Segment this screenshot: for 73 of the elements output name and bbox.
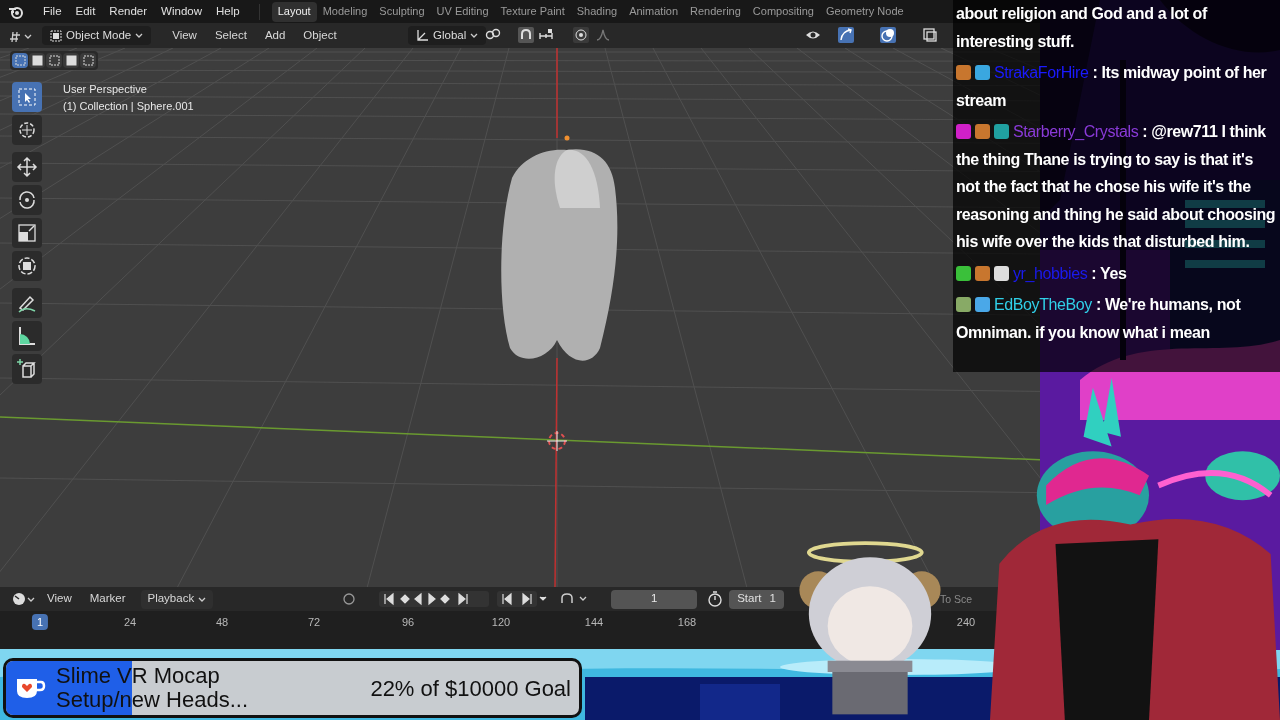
start-frame-label: Start xyxy=(737,591,762,607)
frame-number: 48 xyxy=(214,614,230,630)
workspace-tab[interactable]: Compositing xyxy=(746,1,820,22)
workspace-tab[interactable]: Modeling xyxy=(316,1,374,22)
menu-item[interactable]: Render xyxy=(102,2,155,21)
frame-number: 72 xyxy=(306,614,322,630)
current-frame-marker[interactable]: 1 xyxy=(31,614,49,630)
selection-mode-button[interactable] xyxy=(12,53,28,68)
falloff-curve-icon[interactable] xyxy=(595,27,611,43)
transform-icon[interactable] xyxy=(12,251,42,281)
workspace-tab[interactable]: Sculpting xyxy=(373,1,431,22)
frame-number: 144 xyxy=(583,614,605,630)
playback-controls-icon[interactable] xyxy=(379,591,490,607)
workspace-tab[interactable]: Rendering xyxy=(684,1,747,22)
clock-icon[interactable] xyxy=(12,592,36,606)
workspace-tab[interactable]: Shading xyxy=(570,1,624,22)
move-icon[interactable] xyxy=(12,152,42,182)
workspace-tab[interactable]: Geometry Node xyxy=(819,1,910,22)
caret-icon xyxy=(135,33,144,38)
caret-icon xyxy=(470,33,479,38)
menu-item[interactable]: View xyxy=(40,590,79,608)
magnet-icon[interactable] xyxy=(518,27,534,43)
workspace-tab[interactable]: Texture Paint xyxy=(494,1,571,22)
record-icon[interactable] xyxy=(341,591,358,607)
workspace-tab[interactable]: UV Editing xyxy=(430,1,495,22)
frame-number: 96 xyxy=(400,614,416,630)
menu-item[interactable]: Marker xyxy=(82,590,133,608)
selection-mode-button[interactable] xyxy=(80,53,96,68)
ruler-icon[interactable] xyxy=(12,321,42,351)
xray-icon[interactable] xyxy=(922,27,938,43)
start-frame-value: 1 xyxy=(769,591,776,607)
menu-item[interactable]: Select xyxy=(205,26,256,45)
menu-item[interactable]: Add xyxy=(255,26,295,45)
object-mesh[interactable] xyxy=(501,149,618,361)
gizmo-icon[interactable] xyxy=(838,27,854,43)
stopwatch-icon[interactable] xyxy=(707,591,724,607)
frame-number: 24 xyxy=(122,614,138,630)
selection-mode-button[interactable] xyxy=(63,53,79,68)
select-box-icon[interactable] xyxy=(12,82,42,112)
app-logo-icon[interactable] xyxy=(8,4,24,19)
menu-item[interactable]: Help xyxy=(209,2,247,21)
workspace-tab[interactable]: Animation xyxy=(623,1,685,22)
overlays-icon[interactable] xyxy=(880,27,896,43)
selection-mode-button[interactable] xyxy=(29,53,45,68)
scale-icon[interactable] xyxy=(12,218,42,248)
add-cube-icon[interactable] xyxy=(12,354,42,384)
object-origin-icon xyxy=(564,135,570,141)
caret-icon xyxy=(198,596,207,602)
orientation-dropdown[interactable]: Global xyxy=(408,26,487,45)
view-name-label: User Perspective xyxy=(63,82,148,97)
goal-progress-text: 22% of $10000 Goal xyxy=(370,674,571,703)
frame-number: 240 xyxy=(955,614,977,630)
menu-item[interactable]: View xyxy=(163,26,206,45)
frame-number: 168 xyxy=(676,614,698,630)
cursor-icon[interactable] xyxy=(12,115,42,145)
frame-number: 120 xyxy=(490,614,512,630)
menu-item[interactable]: Edit xyxy=(68,2,103,21)
selection-mode-button[interactable] xyxy=(46,53,62,68)
collection-label: (1) Collection | Sphere.001 xyxy=(63,99,194,114)
axes-icon xyxy=(416,29,429,42)
rotate-icon[interactable] xyxy=(12,185,42,215)
start-frame-field[interactable]: Start 1 xyxy=(729,589,784,609)
workspace-tab[interactable]: Layout xyxy=(271,1,317,22)
proportional-edit-icon[interactable] xyxy=(573,27,589,43)
3d-cursor-icon[interactable] xyxy=(546,430,568,452)
pencil-icon[interactable] xyxy=(12,288,42,318)
menu-item[interactable]: Object xyxy=(294,26,346,45)
menu-item[interactable]: Window xyxy=(154,2,209,21)
menu-item[interactable]: File xyxy=(36,2,69,21)
object-mode-icon xyxy=(50,29,62,42)
mode-dropdown[interactable]: Object Mode xyxy=(42,26,152,45)
playback-dropdown[interactable]: Playback xyxy=(140,589,214,609)
current-frame-field[interactable]: 1 xyxy=(611,589,698,609)
